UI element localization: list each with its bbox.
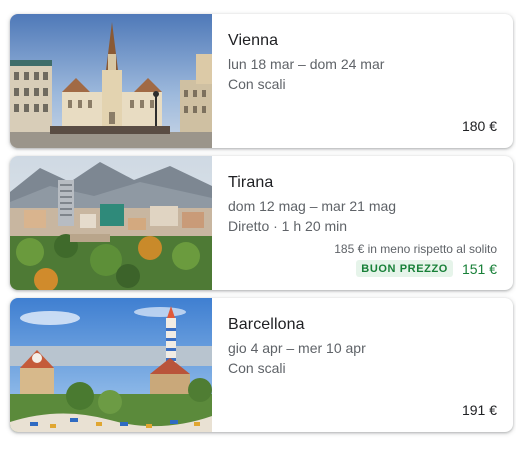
destination-card-vienna[interactable]: Vienna lun 18 mar – dom 24 mar Con scali… — [10, 14, 513, 148]
flight-price: 180 € — [461, 118, 497, 134]
trip-dates: gio 4 apr – mer 10 apr — [228, 340, 366, 356]
barcellona-photo[interactable] — [10, 298, 212, 432]
flight-price: 151 € — [461, 260, 497, 277]
tirana-image — [10, 156, 212, 290]
destination-city: Tirana — [228, 174, 274, 191]
destination-list: Vienna lun 18 mar – dom 24 mar Con scali… — [0, 0, 516, 449]
flight-stops: Con scali — [228, 76, 286, 92]
flight-stops: Con scali — [228, 360, 286, 376]
destination-card-tirana[interactable]: Tirana dom 12 mag – mar 21 mag Diretto ·… — [10, 156, 513, 290]
trip-dates: lun 18 mar – dom 24 mar — [228, 56, 385, 72]
good-price-badge: BUON PREZZO — [356, 260, 453, 277]
destination-city: Vienna — [228, 32, 279, 49]
destination-city: Barcellona — [228, 316, 305, 333]
vienna-photo[interactable] — [10, 14, 212, 148]
trip-dates: dom 12 mag – mar 21 mag — [228, 198, 397, 214]
vienna-image — [10, 14, 212, 148]
flight-stops: Diretto · 1 h 20 min — [228, 218, 348, 234]
flight-price: 191 € — [461, 402, 497, 418]
savings-note: 185 € in meno rispetto al solito — [334, 242, 497, 256]
deal-row: BUON PREZZO 151 € — [356, 260, 497, 277]
barcellona-image — [10, 298, 212, 432]
tirana-photo[interactable] — [10, 156, 212, 290]
destination-card-barcellona[interactable]: Barcellona gio 4 apr – mer 10 apr Con sc… — [10, 298, 513, 432]
